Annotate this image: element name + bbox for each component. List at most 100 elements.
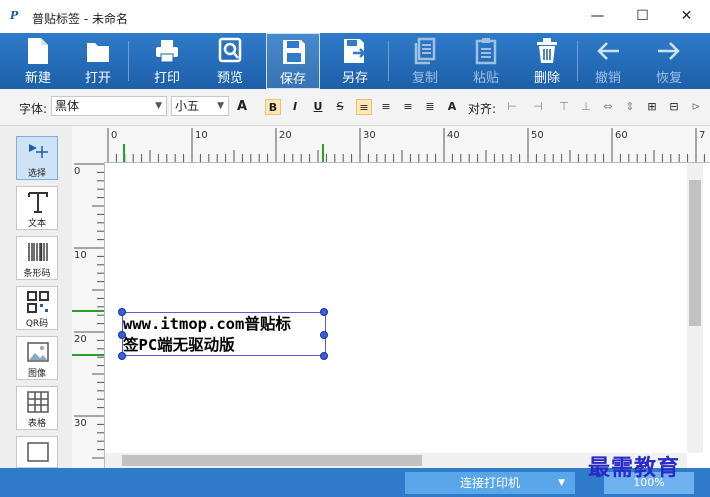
- chevron-down-icon: ▼: [217, 101, 224, 111]
- select-tool-button[interactable]: 选择: [16, 136, 58, 180]
- center-horizontal-icon[interactable]: ⊞: [644, 99, 660, 115]
- shape-tool-button[interactable]: [16, 436, 58, 468]
- ruler-left-number: 0: [74, 166, 81, 177]
- resize-handle[interactable]: [320, 331, 328, 339]
- maximize-button[interactable]: ☐: [620, 0, 665, 33]
- font-select[interactable]: 黑体 ▼: [51, 96, 167, 116]
- table-icon: [27, 391, 49, 413]
- connect-printer-button[interactable]: 连接打印机 ▼: [405, 472, 575, 494]
- select-tool-label: 选择: [27, 169, 46, 179]
- undo-arrow-icon: [597, 42, 619, 60]
- align-objects-top-icon[interactable]: ⊤: [556, 99, 572, 115]
- title-bar: P 普贴标签 - 未命名 — ☐ ✕: [0, 0, 710, 34]
- main-toolbar: 新建 打开 打印 预览 保存 另存 复制 粘贴 删除 撤销 恢复: [0, 33, 710, 89]
- horizontal-scroll-thumb[interactable]: [122, 455, 422, 466]
- trash-icon: [537, 38, 557, 63]
- undo-button[interactable]: 撤销: [584, 33, 632, 89]
- table-tool-label: 表格: [27, 419, 46, 429]
- chevron-down-icon: ▼: [558, 478, 565, 488]
- ruler-top-number: 30: [363, 130, 376, 141]
- open-label: 打开: [84, 71, 111, 86]
- grow-font-button[interactable]: A: [234, 99, 250, 115]
- barcode-tool-label: 条形码: [23, 269, 51, 279]
- save-icon: [283, 40, 305, 64]
- delete-button[interactable]: 删除: [523, 33, 571, 89]
- tool-panel: 选择 文本 条形码 QR码 图像 表格: [0, 126, 73, 468]
- underline-button[interactable]: U: [310, 99, 326, 115]
- align-center-icon[interactable]: ≡: [378, 99, 394, 115]
- preview-button[interactable]: 预览: [206, 33, 254, 89]
- paste-button[interactable]: 粘贴: [462, 33, 510, 89]
- preview-icon: [218, 37, 242, 63]
- copy-button[interactable]: 复制: [401, 33, 449, 89]
- app-logo-icon: P: [10, 9, 19, 22]
- new-button[interactable]: 新建: [14, 33, 62, 89]
- print-button[interactable]: 打印: [143, 33, 191, 89]
- watermark: 最需教育: [588, 455, 681, 481]
- rectangle-icon: [27, 442, 49, 462]
- align-label: 对齐:: [468, 102, 497, 116]
- align-justify-icon[interactable]: ≣: [422, 99, 438, 115]
- label-canvas[interactable]: [105, 163, 687, 453]
- delete-label: 删除: [533, 71, 560, 86]
- bold-button[interactable]: B: [265, 99, 281, 115]
- select-pointer-icon: [29, 144, 48, 158]
- redo-arrow-icon: [658, 42, 680, 60]
- text-tool-label: 文本: [27, 219, 46, 229]
- vertical-scroll-thumb[interactable]: [689, 180, 701, 326]
- align-objects-bottom-icon[interactable]: ⊥: [578, 99, 594, 115]
- italic-button[interactable]: I: [287, 99, 303, 115]
- image-tool-button[interactable]: 图像: [16, 336, 58, 380]
- copy-icon: [414, 37, 436, 65]
- distribute-vertical-icon[interactable]: ⇕: [622, 99, 638, 115]
- save-as-button[interactable]: 另存: [331, 33, 379, 89]
- chevron-down-icon: ▼: [155, 101, 162, 111]
- paste-label: 粘贴: [472, 71, 499, 86]
- undo-label: 撤销: [594, 71, 621, 86]
- minimize-button[interactable]: —: [575, 0, 620, 33]
- divider: [388, 41, 389, 81]
- resize-handle[interactable]: [118, 331, 126, 339]
- text-tool-button[interactable]: 文本: [16, 186, 58, 230]
- font-label: 字体:: [19, 102, 48, 116]
- window-title: 普贴标签 - 未命名: [32, 12, 128, 26]
- save-button[interactable]: 保存: [266, 33, 320, 89]
- font-value: 黑体: [55, 99, 80, 113]
- preview-label: 预览: [216, 71, 243, 86]
- shrink-font-icon[interactable]: A: [444, 99, 460, 115]
- table-tool-button[interactable]: 表格: [16, 386, 58, 430]
- resize-handle[interactable]: [320, 308, 328, 316]
- ruler-top-number: 0: [111, 130, 118, 141]
- distribute-horizontal-icon[interactable]: ⇔: [600, 99, 616, 115]
- resize-handle[interactable]: [320, 352, 328, 360]
- align-objects-right-icon[interactable]: ⊣: [530, 99, 546, 115]
- image-tool-label: 图像: [27, 369, 46, 379]
- align-left-icon[interactable]: ≡: [356, 99, 372, 115]
- font-size-value: 小五: [175, 99, 200, 113]
- label-text-object[interactable]: www.itmop.com普贴标 签PC端无驱动版: [122, 312, 326, 356]
- ruler-top-number: 20: [279, 130, 292, 141]
- print-label: 打印: [153, 71, 180, 86]
- folder-icon: [87, 43, 109, 62]
- redo-button[interactable]: 恢复: [645, 33, 693, 89]
- save-label: 保存: [279, 72, 306, 87]
- connect-printer-label: 连接打印机: [459, 476, 520, 490]
- align-right-icon[interactable]: ≡: [400, 99, 416, 115]
- qr-tool-button[interactable]: QR码: [16, 286, 58, 330]
- resize-handle[interactable]: [118, 352, 126, 360]
- open-button[interactable]: 打开: [74, 33, 122, 89]
- ruler-corner: [72, 126, 104, 162]
- strikethrough-button[interactable]: S: [332, 99, 348, 115]
- font-size-select[interactable]: 小五 ▼: [171, 96, 229, 116]
- horizontal-ruler: 0 10 20 30 40 50 60 7: [104, 126, 710, 163]
- ruler-left-number: 20: [74, 334, 87, 345]
- close-button[interactable]: ✕: [664, 0, 709, 33]
- label-text-line: 签PC端无驱动版: [123, 336, 235, 354]
- align-objects-left-icon[interactable]: ⊢: [504, 99, 520, 115]
- resize-handle[interactable]: [118, 308, 126, 316]
- paste-icon: [475, 38, 497, 65]
- barcode-tool-button[interactable]: 条形码: [16, 236, 58, 280]
- same-width-icon[interactable]: ⊳: [688, 99, 704, 115]
- center-vertical-icon[interactable]: ⊟: [666, 99, 682, 115]
- ruler-top-number: 40: [447, 130, 460, 141]
